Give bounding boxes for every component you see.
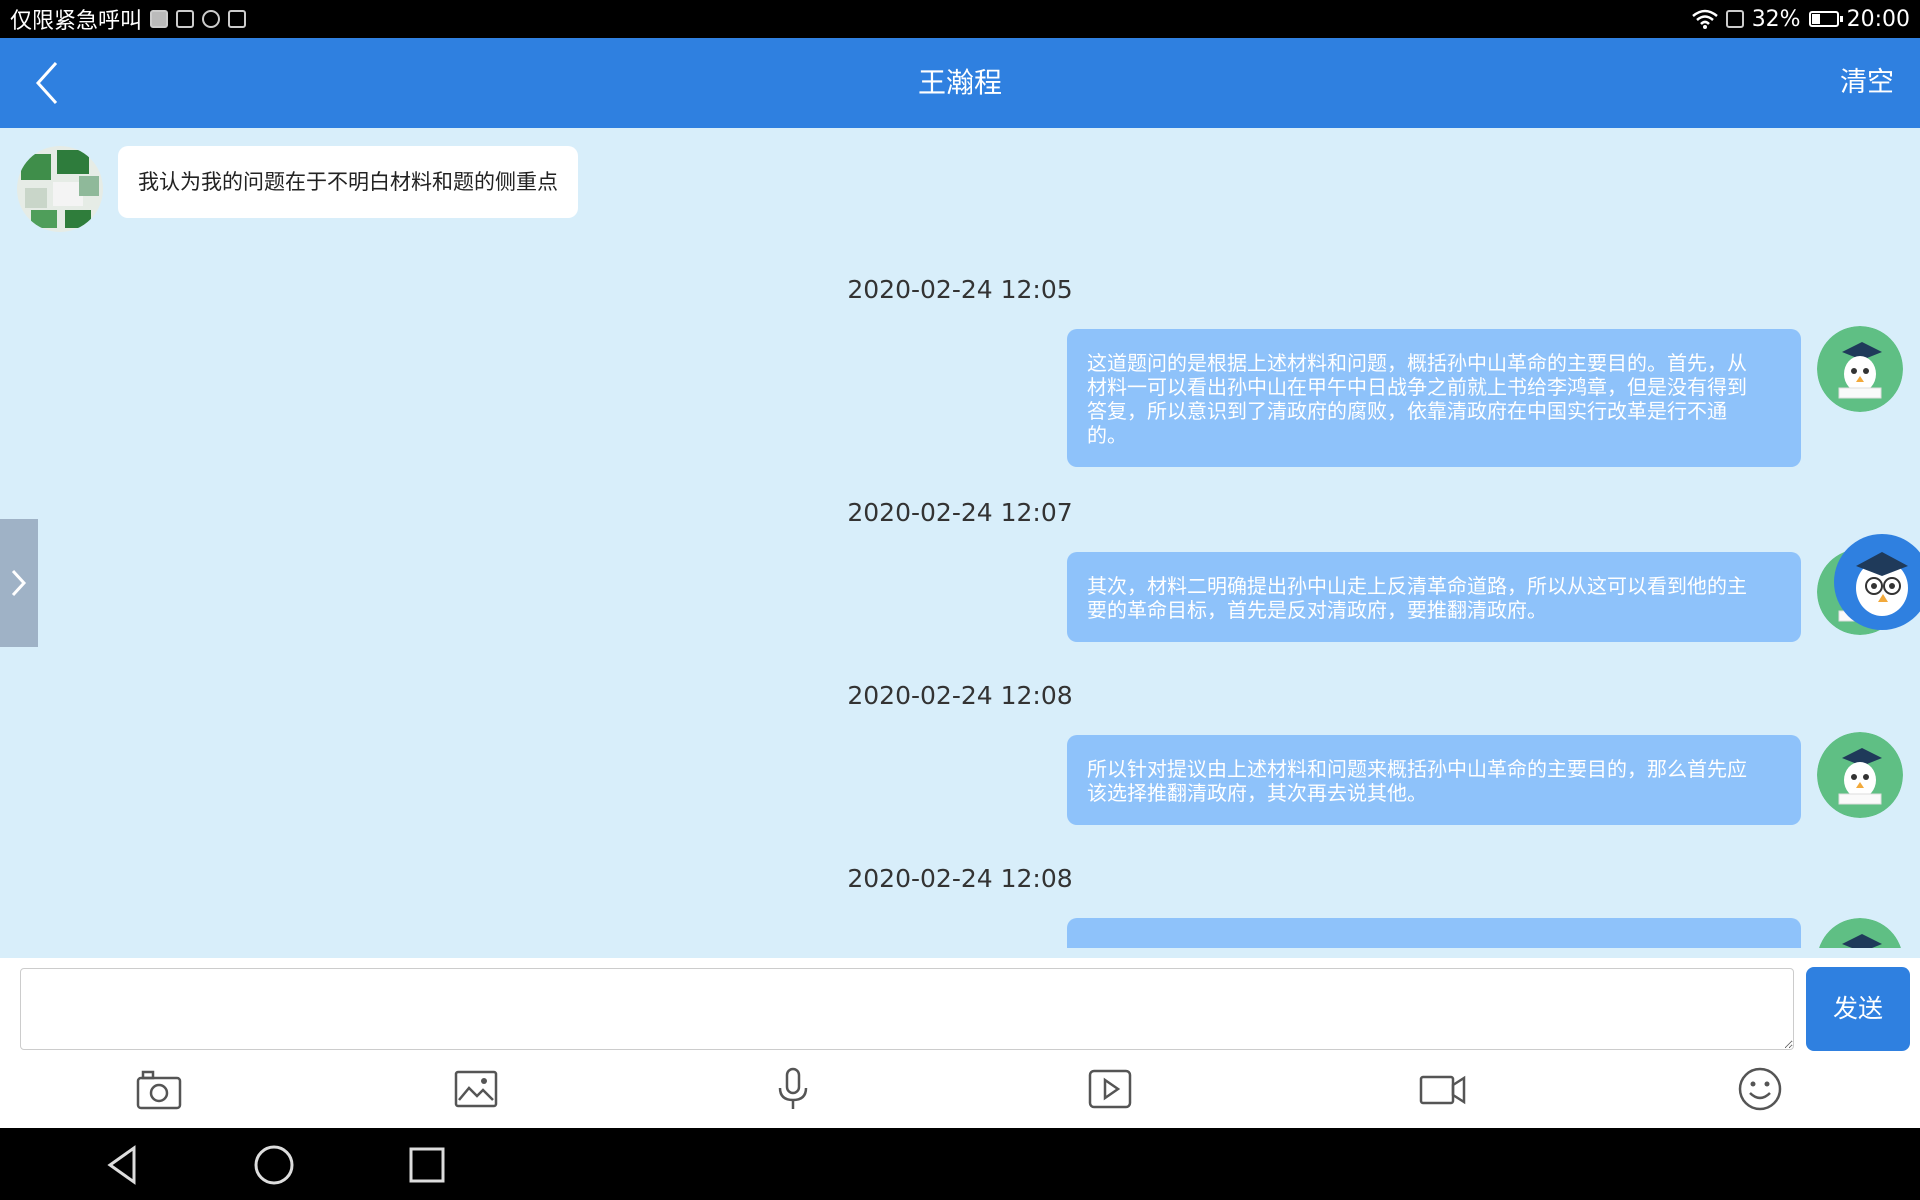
message-line: 该选择推翻清政府，其次再去说其他。	[1087, 781, 1427, 805]
sd-card-icon	[1725, 10, 1744, 28]
side-drawer-tab[interactable]	[0, 519, 38, 647]
battery-percent: 32%	[1751, 6, 1801, 32]
message-timestamp: 2020-02-24 12:07	[847, 498, 1073, 527]
message-line: 其次，材料二明确提出孙中山走上反清革命道路，所以从这可以看到他的主	[1087, 574, 1747, 598]
recents-square-icon[interactable]	[404, 1142, 450, 1188]
message-line: 答复，所以意识到了清政府的腐败，依靠清政府在中国实行改革是行不通	[1087, 399, 1727, 423]
message-line: 要的革命目标，首先是反对清政府，要推翻清政府。	[1087, 598, 1547, 622]
message-input[interactable]	[20, 968, 1794, 1050]
package-notification-icon	[228, 10, 247, 28]
teacher-avatar[interactable]	[1817, 732, 1903, 818]
outgoing-message-bubble[interactable]: 其次，材料二明确提出孙中山走上反清革命道路，所以从这可以看到他的主 要的革命目标…	[1067, 552, 1801, 642]
back-triangle-icon[interactable]	[100, 1142, 146, 1188]
sync-notification-icon	[202, 10, 221, 28]
message-line: 所以针对提议由上述材料和问题来概括孙中山革命的主要目的，那么首先应	[1087, 757, 1747, 781]
system-navigation-bar	[0, 1128, 1920, 1200]
app-screen: 仅限紧急呼叫 32% 20:00 王瀚程 清空 我认为我的问题在于不明白材料和题…	[0, 0, 1920, 1200]
status-bar-left: 仅限紧急呼叫	[10, 3, 247, 35]
battery-level-fill	[1811, 14, 1820, 24]
camera-icon[interactable]	[134, 1066, 184, 1112]
message-line: 这道题问的是根据上述材料和问题，概括孙中山革命的主要目的。首先，从	[1087, 351, 1747, 375]
status-bar: 仅限紧急呼叫 32% 20:00	[0, 0, 1920, 38]
incoming-message-bubble[interactable]: 我认为我的问题在于不明白材料和题的侧重点	[118, 146, 578, 218]
gallery-notification-icon	[176, 10, 195, 28]
message-timestamp: 2020-02-24 12:05	[847, 275, 1073, 304]
chat-header: 王瀚程 清空	[0, 38, 1920, 128]
outgoing-message-bubble[interactable]: 这道题问的是根据上述材料和问题，概括孙中山革命的主要目的。首先，从 材料一可以看…	[1067, 329, 1801, 467]
teacher-avatar[interactable]	[1817, 326, 1903, 412]
microphone-icon[interactable]	[768, 1066, 818, 1112]
clock: 20:00	[1846, 6, 1910, 32]
image-icon[interactable]	[451, 1066, 501, 1112]
clear-button[interactable]: 清空	[1840, 38, 1894, 128]
carrier-text: 仅限紧急呼叫	[10, 9, 143, 34]
floating-assistant-icon[interactable]	[1826, 532, 1920, 632]
wifi-icon	[1691, 9, 1718, 29]
emoji-icon[interactable]	[1735, 1066, 1785, 1112]
chevron-right-icon	[11, 569, 27, 597]
video-camera-icon[interactable]	[1418, 1066, 1468, 1112]
sim-icon	[150, 10, 169, 28]
teacher-avatar[interactable]	[1817, 918, 1903, 948]
battery-icon	[1808, 11, 1843, 27]
message-timestamp: 2020-02-24 12:08	[847, 864, 1073, 893]
status-bar-right: 32% 20:00	[1691, 6, 1910, 32]
chat-title: 王瀚程	[917, 66, 1002, 99]
message-line: 的。	[1087, 423, 1127, 447]
contact-avatar[interactable]	[17, 146, 103, 232]
home-circle-icon[interactable]	[251, 1142, 297, 1188]
composer: 发送	[0, 958, 1920, 1128]
outgoing-message-bubble[interactable]	[1067, 918, 1801, 948]
send-button[interactable]: 发送	[1806, 967, 1910, 1051]
outgoing-message-bubble[interactable]: 所以针对提议由上述材料和问题来概括孙中山革命的主要目的，那么首先应 该选择推翻清…	[1067, 735, 1801, 825]
video-play-icon[interactable]	[1085, 1066, 1135, 1112]
message-timestamp: 2020-02-24 12:08	[847, 681, 1073, 710]
chat-message-list[interactable]: 我认为我的问题在于不明白材料和题的侧重点 2020-02-24 12:05 这道…	[0, 128, 1920, 948]
message-line: 材料一可以看出孙中山在甲午中日战争之前就上书给李鸿章，但是没有得到	[1087, 375, 1747, 399]
